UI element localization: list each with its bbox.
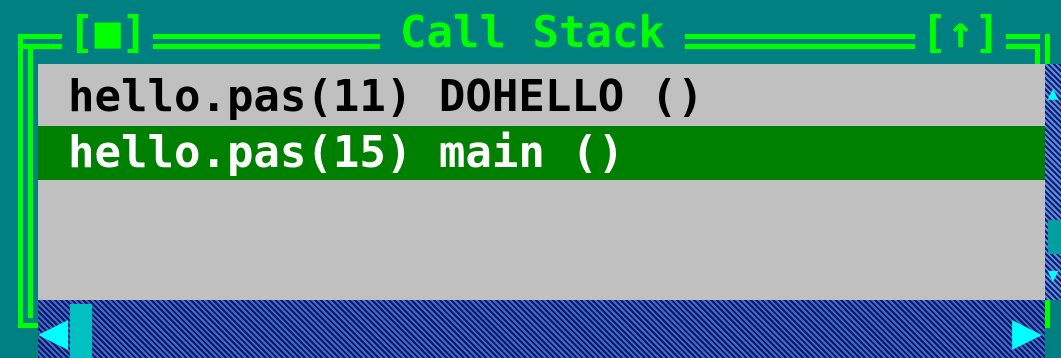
stack-frame-row[interactable]: hello.pas(11) DOHELLO () xyxy=(38,70,1045,124)
scroll-up-arrow-icon[interactable]: ▲ xyxy=(1045,85,1061,103)
scroll-left-arrow-icon[interactable]: ◀ xyxy=(38,304,68,358)
vertical-scroll-thumb[interactable] xyxy=(1048,220,1061,254)
frame-left-outer xyxy=(18,34,23,328)
zoom-box-button[interactable]: [↑] xyxy=(915,8,1007,58)
scroll-down-arrow-icon[interactable]: ▼ xyxy=(1045,267,1061,285)
scroll-right-arrow-icon[interactable]: ▶ xyxy=(1012,304,1042,358)
frame-bottom-left xyxy=(18,323,38,328)
call-stack-window: [■] Call Stack [↑] hello.pas(11) DOHELLO… xyxy=(0,0,1061,358)
stack-frame-row-selected[interactable]: hello.pas(15) main () xyxy=(38,126,1045,180)
call-stack-list[interactable]: hello.pas(11) DOHELLO () hello.pas(15) m… xyxy=(38,64,1045,300)
horizontal-scroll-thumb[interactable] xyxy=(70,304,92,358)
close-box-button[interactable]: [■] xyxy=(62,8,154,58)
frame-left-inner xyxy=(28,44,33,318)
horizontal-scrollbar[interactable] xyxy=(38,300,1045,358)
window-title: Call Stack xyxy=(380,8,685,58)
